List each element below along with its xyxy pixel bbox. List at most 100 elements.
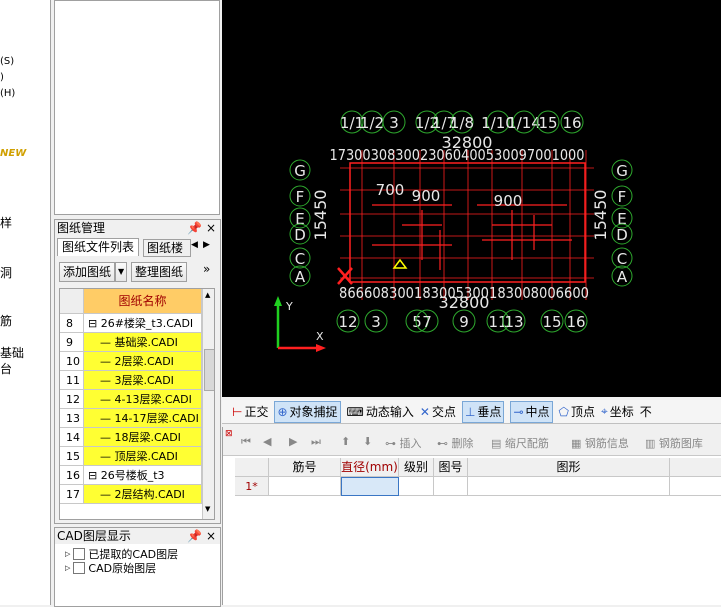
menu-item[interactable]: 洞: [0, 264, 12, 281]
drawing-name: 2层梁.CADI: [114, 355, 174, 368]
checkbox[interactable]: [73, 562, 86, 574]
dimension-text: 15450: [311, 190, 330, 241]
axis-label: 1/14: [507, 114, 541, 132]
perpendicular-button[interactable]: ⊥ 垂点: [461, 400, 505, 423]
menu-item[interactable]: ): [0, 72, 4, 83]
cell-grade[interactable]: [399, 477, 434, 496]
rebar-info-button[interactable]: ▦ 钢筋信息: [571, 435, 629, 451]
cell-diameter[interactable]: [341, 477, 399, 496]
col-figure-no[interactable]: 图号: [434, 458, 468, 477]
list-header-name[interactable]: 图纸名称: [84, 289, 202, 314]
menu-item[interactable]: 筋: [0, 312, 12, 329]
collapse-icon[interactable]: ⊟: [88, 469, 101, 482]
menu-item[interactable]: 样: [0, 214, 12, 231]
midpoint-button[interactable]: ⊸ 中点: [510, 400, 553, 423]
scroll-down-icon[interactable]: ▼: [205, 505, 210, 513]
drawing-name: 3层梁.CADI: [114, 374, 174, 387]
dimension-text: 900: [412, 187, 441, 205]
intersection-icon: ✕: [419, 404, 430, 419]
snap-toolbar: ⊢ 正交 ⊕ 对象捕捉 ⌨ 动态输入 ✕ 交点 ⊥ 垂点 ⊸ 中点 ⬠ 顶点 ⌖ 坐标 不: [222, 400, 721, 424]
drawing-name: 2层结构.CADI: [114, 488, 185, 501]
cell-extra[interactable]: [670, 477, 721, 496]
col-extra[interactable]: [670, 458, 721, 477]
axis-label: G: [616, 162, 628, 180]
cell-shape[interactable]: [468, 477, 670, 496]
axis-label: 13: [504, 313, 523, 331]
tab-file-list[interactable]: 图纸文件列表: [57, 238, 140, 256]
drawing-file-row[interactable]: — 顶层梁.CADI: [84, 447, 202, 466]
scroll-up-icon[interactable]: ▲: [205, 291, 210, 299]
move-down-icon[interactable]: ⬇: [363, 435, 372, 448]
drawing-group-row[interactable]: ⊟ 26号楼板_t3: [84, 466, 202, 485]
collapse-icon[interactable]: ⊟: [88, 317, 101, 330]
insert-button[interactable]: ⊶ 插入: [385, 435, 422, 451]
dynamic-input-button[interactable]: ⌨ 动态输入: [347, 402, 414, 422]
layer-item[interactable]: ▷ CAD原始图层: [65, 560, 156, 576]
drawing-file-row[interactable]: — 2层梁.CADI: [84, 352, 202, 371]
drawing-group-row[interactable]: ⊟ 26#楼梁_t3.CADI: [84, 314, 202, 333]
row-index: 10: [60, 352, 84, 371]
row-number[interactable]: 1*: [235, 477, 269, 496]
col-diameter[interactable]: 直径(mm): [341, 458, 399, 477]
close-icon[interactable]: ×: [206, 220, 216, 236]
move-up-icon[interactable]: ⬆: [341, 435, 350, 448]
scrollbar[interactable]: ▲ ▼: [202, 289, 214, 519]
cell-figure-no[interactable]: [434, 477, 468, 496]
ortho-button[interactable]: ⊢ 正交: [232, 402, 268, 422]
tab-drawing-floor[interactable]: 图纸楼: [143, 239, 191, 257]
rebar-library-button[interactable]: ▥ 钢筋图库: [645, 435, 703, 451]
pin-icon[interactable]: 📌: [187, 220, 202, 236]
tab-bar: 图纸文件列表 图纸楼 ◀ ▶: [57, 238, 217, 257]
intersection-button[interactable]: ✕ 交点: [420, 402, 456, 422]
ucs-y-label: Y: [285, 300, 293, 313]
drawing-file-row[interactable]: — 14-17层梁.CADI: [84, 409, 202, 428]
drawing-file-row[interactable]: — 2层结构.CADI: [84, 485, 202, 504]
cad-canvas[interactable]: 1/1 1/2 3 1/2 1/7 1/8 1/10 1/14 15 16 12 3 5 7 9 11 13 15…: [222, 0, 721, 397]
axis-label: G: [294, 162, 306, 180]
col-bar-no[interactable]: 筋号: [269, 458, 341, 477]
scroll-thumb[interactable]: [204, 349, 214, 391]
object-snap-button[interactable]: ⊕ 对象捕捉: [274, 400, 341, 423]
next-icon[interactable]: ▶: [289, 435, 297, 448]
menu-item[interactable]: (H): [0, 88, 15, 99]
new-badge: NEW: [0, 148, 27, 159]
left-strip: (S) ) (H) NEW 样 洞 筋 基础 台: [0, 0, 51, 605]
col-grade[interactable]: 级别: [399, 458, 434, 477]
menu-item[interactable]: 基础: [0, 344, 24, 361]
rebar-table: 筋号 直径(mm) 级别 图号 图形 1*: [235, 458, 721, 498]
ucs-x-label: X: [316, 330, 324, 343]
axis-label: 3: [371, 313, 381, 331]
list-header-corner: [60, 289, 84, 314]
vertex-button[interactable]: ⬠ 顶点: [559, 402, 595, 422]
drawing-file-row[interactable]: — 3层梁.CADI: [84, 371, 202, 390]
add-drawing-dropdown-icon[interactable]: ▼: [115, 262, 128, 282]
first-icon[interactable]: ⏮: [241, 435, 251, 449]
more-snap-button[interactable]: 不: [640, 402, 652, 422]
tree-line-icon: —: [100, 412, 115, 425]
menu-item[interactable]: (S): [0, 56, 14, 67]
close-icon[interactable]: ×: [206, 528, 216, 544]
expand-icon[interactable]: ▷: [65, 564, 70, 572]
expand-icon[interactable]: ▷: [65, 550, 70, 558]
delete-button[interactable]: ⊷ 删除: [437, 435, 474, 451]
pin-icon[interactable]: 📌: [187, 528, 202, 544]
tab-scroll-left-icon[interactable]: ◀: [191, 240, 198, 250]
sort-drawing-button[interactable]: 整理图纸: [131, 262, 188, 282]
checkbox[interactable]: [73, 548, 86, 560]
coordinate-button[interactable]: ⌖ 坐标: [601, 402, 634, 422]
drawing-file-row[interactable]: — 18层梁.CADI: [84, 428, 202, 447]
menu-item[interactable]: 台: [0, 360, 12, 377]
more-icon[interactable]: »: [203, 262, 210, 276]
prev-icon[interactable]: ◀: [263, 435, 271, 448]
scale-rebar-button[interactable]: ▤ 缩尺配筋: [491, 435, 549, 451]
drawing-file-row[interactable]: — 基础梁.CADI: [84, 333, 202, 352]
last-icon[interactable]: ⏭: [311, 435, 321, 449]
tree-line-icon: —: [100, 488, 115, 501]
drawing-file-row[interactable]: — 4-13层梁.CADI: [84, 390, 202, 409]
tab-scroll-right-icon[interactable]: ▶: [203, 240, 210, 250]
add-drawing-button[interactable]: 添加图纸: [59, 262, 116, 282]
col-shape[interactable]: 图形: [468, 458, 670, 477]
panel-close-icon[interactable]: ⊠: [225, 429, 233, 439]
cell-bar-no[interactable]: [269, 477, 341, 496]
drawing-name: 4-13层梁.CADI: [114, 393, 192, 406]
